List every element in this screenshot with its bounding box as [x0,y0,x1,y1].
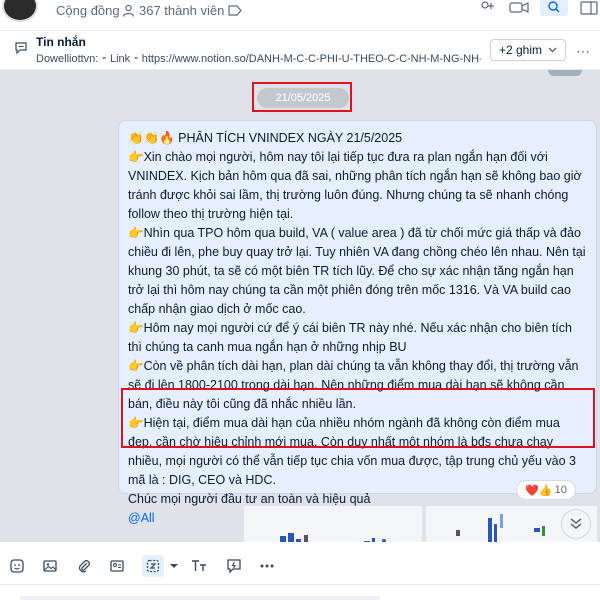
chat-icon [15,42,27,55]
community-label: Cộng đồng [56,3,120,18]
screenshot-menu-arrow-icon[interactable] [165,557,183,575]
search-icon[interactable] [540,0,568,16]
add-member-icon[interactable] [476,0,498,16]
screenshot-icon[interactable] [142,555,164,577]
message-paragraph: 👉Nhìn qua TPO hôm qua build, VA ( value … [128,226,586,316]
date-highlight-box [252,82,352,112]
paragraph-highlight-box [121,388,595,448]
sidebar-toggle-icon[interactable] [578,0,600,16]
scroll-to-bottom-button[interactable] [561,509,591,539]
image-attachments: HD HD [244,506,597,542]
message-input-area[interactable] [0,584,600,600]
message-heading: 👏👏🔥 PHÂN TÍCH VNINDEX NGÀY 21/5/2025 [128,131,403,145]
pinned-preview: Dowelliottvn: ⁃ Link ⁃ https://www.notio… [36,53,481,65]
chart-preview-graphic [244,506,422,542]
mention-all[interactable]: @All [128,511,155,525]
message-paragraph: 👉Xin chào mọi người, hôm nay tôi lại tiế… [128,150,582,221]
member-count[interactable]: 367 thành viên [122,3,224,18]
pinned-title: Tin nhắn [36,35,86,49]
user-icon [122,4,135,17]
conversation-header: Cộng đồng 367 thành viên [0,0,600,26]
member-count-label: 367 thành viên [139,3,225,18]
chat-area: 21/05/2025 👏👏🔥 PHÂN TÍCH VNINDEX NGÀY 21… [0,70,600,542]
group-avatar[interactable] [2,0,38,22]
more-pins-button[interactable]: +2 ghim [490,39,566,61]
more-tools-icon[interactable] [258,557,276,575]
more-pins-label: +2 ghim [498,43,543,57]
contact-card-icon[interactable] [108,557,126,575]
sticker-icon[interactable] [8,557,26,575]
text-format-icon[interactable] [190,557,208,575]
composer-toolbar [0,552,600,580]
video-call-icon[interactable] [508,0,530,16]
pinned-message-bar[interactable]: Tin nhắn Dowelliottvn: ⁃ Link ⁃ https://… [0,30,600,70]
reaction-emojis: ❤️👍 [525,484,553,497]
message-paragraph: 👉Hôm nay mọi người cứ để ý cái biên TR n… [128,321,572,354]
quick-message-icon[interactable] [225,557,243,575]
chevron-down-icon [548,47,557,53]
input-preview-placeholder [20,596,380,600]
more-options-icon[interactable]: ⋯ [576,43,590,60]
tag-icon[interactable] [228,5,242,16]
reaction-summary[interactable]: ❤️👍 10 [516,480,576,500]
time-chip [548,70,582,76]
attachment-icon[interactable] [75,557,93,575]
reaction-count: 10 [554,484,567,496]
double-chevron-down-icon [570,518,582,529]
image-icon[interactable] [41,557,59,575]
chart-thumbnail[interactable]: HD [244,506,422,542]
